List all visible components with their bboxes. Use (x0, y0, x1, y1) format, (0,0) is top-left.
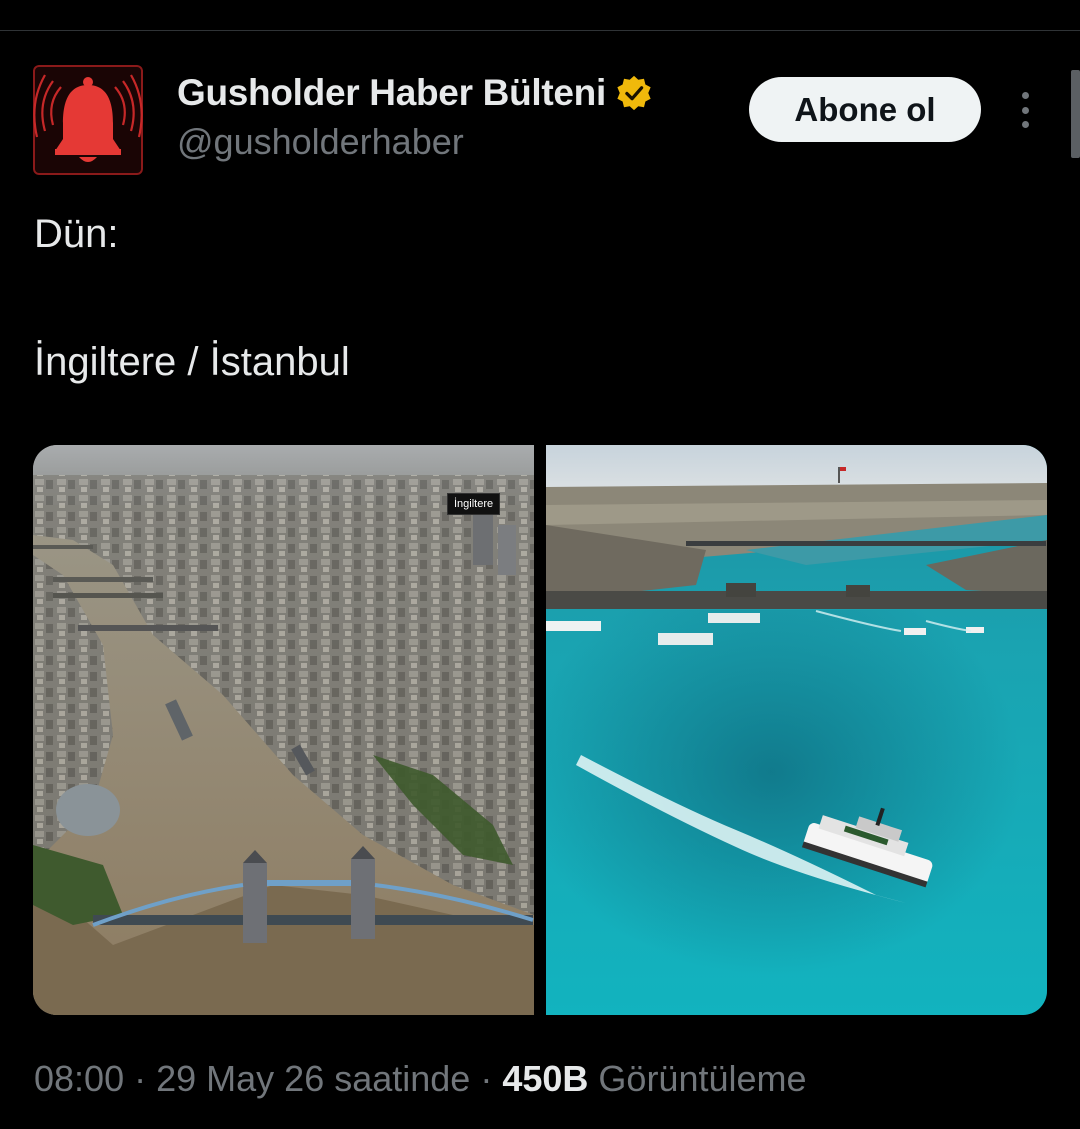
photo-label-england: İngiltere (447, 493, 501, 515)
london-photo[interactable]: İngiltere (33, 445, 534, 1015)
tweet-text-line-1: Dün: (34, 212, 119, 256)
tweet-text-line-2: İngiltere / İstanbul (34, 340, 350, 384)
scrollbar-thumb[interactable] (1071, 70, 1080, 158)
author-name[interactable]: Gusholder Haber Bülteni (177, 72, 606, 114)
alarm-bell-icon (33, 65, 143, 175)
more-vertical-icon[interactable] (1008, 88, 1042, 132)
author-handle[interactable]: @gusholderhaber (177, 121, 464, 163)
tweet-time[interactable]: 08:00 (34, 1058, 124, 1099)
top-divider (0, 30, 1080, 31)
subscribe-button[interactable]: Abone ol (749, 77, 981, 142)
tweet-meta: 08:00 · 29 May 26 saatinde · 450B Görünt… (34, 1058, 807, 1100)
meta-separator: · (134, 1058, 157, 1099)
istanbul-photo[interactable] (546, 445, 1047, 1015)
avatar[interactable] (33, 65, 143, 175)
tweet-date[interactable]: 29 May 26 saatinde (156, 1058, 470, 1099)
views-label: Görüntüleme (598, 1058, 807, 1099)
views-count: 450B (502, 1058, 589, 1099)
verified-badge-icon[interactable] (615, 74, 653, 112)
meta-separator: · (480, 1058, 503, 1099)
media-grid: İngiltere (33, 445, 1047, 1015)
